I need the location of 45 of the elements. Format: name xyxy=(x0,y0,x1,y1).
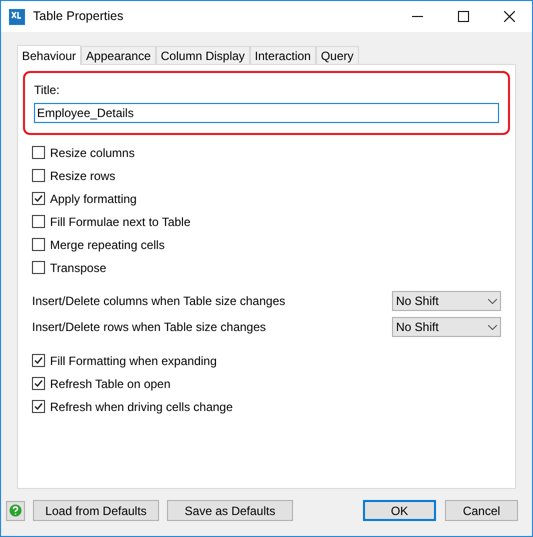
tab[interactable]: Query xyxy=(316,46,359,64)
checkbox[interactable] xyxy=(32,354,45,367)
dialog-button[interactable]: OK xyxy=(363,500,436,521)
maximize-icon xyxy=(458,11,468,22)
dialog-button[interactable]: Load from Defaults xyxy=(33,500,159,521)
checkbox-label: Transpose xyxy=(50,260,106,276)
tab[interactable]: Behaviour xyxy=(17,45,82,65)
dialog-button[interactable]: Cancel xyxy=(445,500,518,521)
checkbox-label: Apply formatting xyxy=(50,190,137,208)
checkbox[interactable] xyxy=(32,238,45,251)
checkbox[interactable] xyxy=(32,192,45,205)
dialog-button[interactable]: Save as Defaults xyxy=(167,500,293,521)
checkbox[interactable] xyxy=(32,215,45,228)
help-button[interactable] xyxy=(6,500,25,520)
close-icon xyxy=(504,11,514,22)
title-input[interactable]: Employee_Details xyxy=(34,103,499,123)
checkbox-label: Refresh when driving cells change xyxy=(50,398,233,416)
check-icon xyxy=(33,401,44,412)
checkbox-label: Refresh Table on open xyxy=(50,376,171,392)
checkbox-label: Resize rows xyxy=(50,168,116,184)
window-title: Table Properties xyxy=(33,8,124,26)
shift-dropdown[interactable]: No Shift xyxy=(392,291,501,311)
checkbox[interactable] xyxy=(32,146,45,159)
checkbox[interactable] xyxy=(32,377,45,390)
check-icon xyxy=(33,378,44,389)
title-label: Title: xyxy=(34,82,61,99)
tab[interactable]: Appearance xyxy=(81,46,156,64)
checkbox[interactable] xyxy=(32,169,45,182)
tab[interactable]: Interaction xyxy=(250,46,316,64)
checkbox[interactable] xyxy=(32,261,45,274)
help-icon xyxy=(9,504,22,517)
checkbox-label: Resize columns xyxy=(50,144,135,162)
check-icon xyxy=(33,193,44,204)
app-logo-icon xyxy=(9,8,25,24)
checkbox-label: Fill Formatting when expanding xyxy=(50,352,217,370)
checkbox-label: Merge repeating cells xyxy=(50,236,165,254)
chevron-down-icon xyxy=(488,298,497,304)
setting-label: Insert/Delete rows when Table size changes xyxy=(32,319,266,336)
checkbox[interactable] xyxy=(32,400,45,413)
checkbox-label: Fill Formulae next to Table xyxy=(50,214,191,230)
chevron-down-icon xyxy=(488,324,497,330)
shift-dropdown[interactable]: No Shift xyxy=(392,317,501,337)
check-icon xyxy=(33,355,44,366)
tab[interactable]: Column Display xyxy=(156,46,250,64)
setting-label: Insert/Delete columns when Table size changes xyxy=(32,293,286,310)
